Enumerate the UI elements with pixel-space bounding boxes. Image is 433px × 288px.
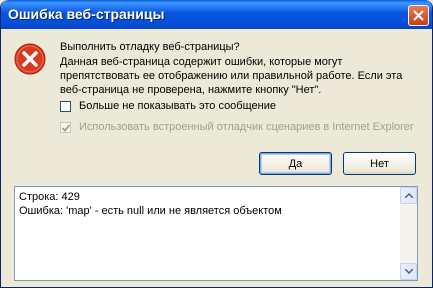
error-icon bbox=[14, 43, 46, 75]
title-bar[interactable]: Ошибка веб-страницы bbox=[1, 0, 432, 29]
no-button[interactable]: Нет bbox=[343, 152, 416, 175]
dont-show-again-checkbox[interactable] bbox=[60, 100, 71, 112]
error-details-box[interactable]: Строка: 429 Ошибка: 'map' - есть null ил… bbox=[14, 186, 418, 281]
close-icon bbox=[413, 10, 424, 21]
details-scrollbar[interactable] bbox=[400, 187, 417, 280]
scroll-down-button[interactable] bbox=[400, 263, 417, 280]
window-title: Ошибка веб-страницы bbox=[8, 6, 165, 22]
close-button[interactable] bbox=[408, 5, 429, 26]
builtin-debugger-label: Использовать встроенный отладчик сценари… bbox=[79, 121, 414, 133]
scroll-up-button[interactable] bbox=[400, 187, 417, 204]
error-message: Ошибка: 'map' - есть null или не являетс… bbox=[19, 205, 282, 217]
builtin-debugger-checkbox bbox=[60, 121, 71, 133]
yes-button[interactable]: Да bbox=[259, 152, 332, 175]
error-line-number: Строка: 429 bbox=[19, 191, 80, 203]
error-dialog-window: Ошибка веб-страницы Выполнить отладку ве… bbox=[0, 0, 433, 288]
builtin-debugger-option: Использовать встроенный отладчик сценари… bbox=[60, 121, 414, 133]
dont-show-again-option[interactable]: Больше не показывать это сообщение bbox=[60, 100, 276, 112]
checkmark-icon bbox=[62, 123, 70, 132]
arrow-down-icon bbox=[405, 269, 413, 274]
arrow-up-icon bbox=[405, 193, 413, 198]
dont-show-again-label: Больше не показывать это сообщение bbox=[79, 100, 276, 112]
dialog-description: Данная веб-страница содержит ошибки, кот… bbox=[60, 56, 403, 96]
dialog-question: Выполнить отладку веб-страницы? bbox=[60, 41, 240, 53]
dialog-content: Выполнить отладку веб-страницы? Данная в… bbox=[1, 29, 432, 287]
error-details-text: Строка: 429 Ошибка: 'map' - есть null ил… bbox=[19, 190, 282, 218]
